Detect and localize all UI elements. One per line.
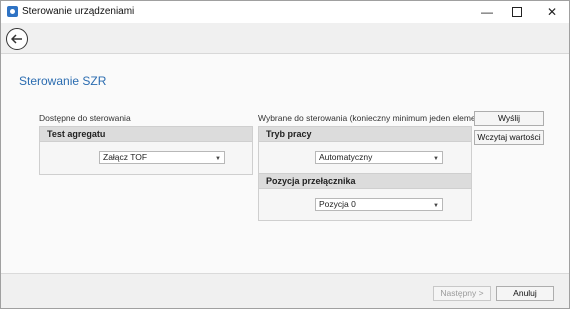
next-button[interactable]: Następny >	[433, 286, 491, 301]
window-title: Sterowanie urządzeniami	[22, 6, 135, 17]
maximize-icon	[512, 7, 522, 17]
tryb-pracy-panel: Tryb pracy Automatyczny ▼	[258, 126, 472, 175]
combo-value: Załącz TOF	[103, 152, 148, 162]
combo-value: Automatyczny	[319, 152, 373, 162]
minimize-icon: —	[481, 5, 493, 19]
page-title: Sterowanie SZR	[19, 74, 107, 88]
pozycja-przelacznika-combo[interactable]: Pozycja 0 ▼	[315, 198, 443, 211]
close-button[interactable]: ✕	[537, 1, 567, 23]
main-content: Sterowanie SZR Dostępne do sterowania Te…	[1, 53, 569, 274]
selected-controls-label: Wybrane do sterowania (konieczny minimum…	[258, 113, 486, 123]
combo-value: Pozycja 0	[319, 199, 356, 209]
back-button[interactable]	[6, 28, 28, 50]
test-agregatu-combo[interactable]: Załącz TOF ▼	[99, 151, 225, 164]
back-arrow-icon	[11, 34, 22, 44]
panel-title: Test agregatu	[40, 127, 252, 141]
test-agregatu-panel: Test agregatu Załącz TOF ▼	[39, 126, 253, 175]
maximize-button[interactable]	[502, 1, 532, 23]
cancel-button[interactable]: Anuluj	[496, 286, 554, 301]
tryb-pracy-combo[interactable]: Automatyczny ▼	[315, 151, 443, 164]
title-bar: Sterowanie urządzeniami — ✕	[1, 1, 569, 23]
chevron-down-icon: ▼	[433, 156, 439, 162]
pozycja-przelacznika-panel: Pozycja przełącznika Pozycja 0 ▼	[258, 173, 472, 221]
panel-title: Tryb pracy	[259, 127, 471, 141]
panel-title: Pozycja przełącznika	[259, 174, 471, 188]
minimize-button[interactable]: —	[472, 1, 502, 23]
available-controls-label: Dostępne do sterowania	[39, 113, 131, 123]
send-button[interactable]: Wyślij	[474, 111, 544, 126]
chevron-down-icon: ▼	[433, 203, 439, 209]
chevron-down-icon: ▼	[215, 156, 221, 162]
dialog-window: Sterowanie urządzeniami — ✕ Sterowanie S…	[0, 0, 570, 309]
app-icon	[7, 6, 18, 17]
close-icon: ✕	[546, 5, 558, 19]
load-values-button[interactable]: Wczytaj wartości	[474, 130, 544, 145]
footer-divider	[1, 273, 569, 274]
